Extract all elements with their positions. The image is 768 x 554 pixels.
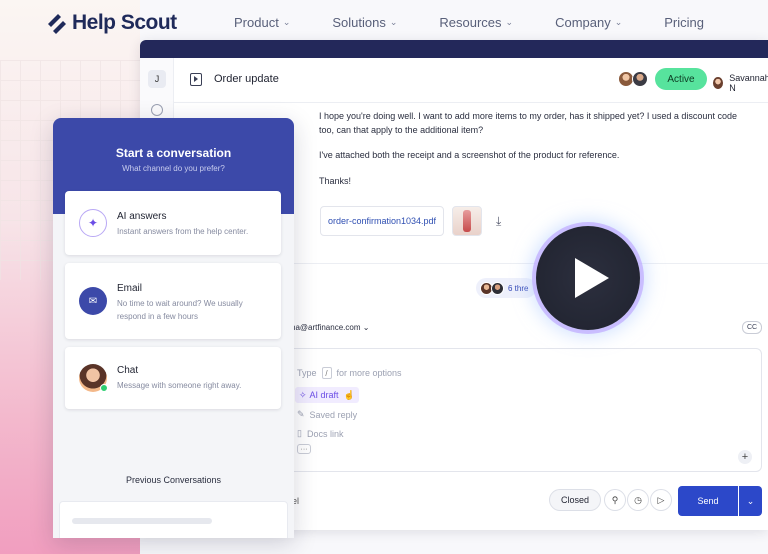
nav-item-label: Product xyxy=(234,15,279,30)
divider xyxy=(290,263,768,264)
help-scout-logo[interactable]: Help Scout xyxy=(46,11,177,35)
status-closed-button[interactable]: Closed xyxy=(549,489,601,511)
nav-item-pricing[interactable]: Pricing xyxy=(664,15,704,30)
ai-draft-option[interactable]: ✧ AI draft ☝ xyxy=(295,387,359,403)
assignee-name: Savannah N xyxy=(729,73,768,93)
pencil-icon: ✎ xyxy=(297,409,305,419)
brand-name: Help Scout xyxy=(72,11,177,34)
chevron-down-icon: ⌄ xyxy=(282,17,291,27)
sparkle-icon: ✧ xyxy=(299,389,307,400)
attachments: order-confirmation1034.pdf ⤓ xyxy=(320,206,501,236)
send-button[interactable]: Send xyxy=(678,486,738,516)
channel-title: AI answers xyxy=(117,211,167,222)
attachment-thumbnail[interactable] xyxy=(452,206,482,236)
download-icon[interactable]: ⤓ xyxy=(496,214,501,229)
option-label: Saved reply xyxy=(309,409,358,420)
thread-avatar xyxy=(491,281,504,295)
nav-item-company[interactable]: Company ⌄ xyxy=(555,15,622,30)
beacon-title: Start a conversation xyxy=(115,146,232,160)
nav-item-product[interactable]: Product ⌄ xyxy=(234,15,290,30)
chevron-down-icon: ⌄ xyxy=(362,323,370,332)
sparkle-icon: ✦ xyxy=(79,209,107,237)
slash-key: / xyxy=(321,367,332,379)
previous-conversation-card[interactable] xyxy=(59,501,288,538)
conversation-title: Order update xyxy=(214,73,279,85)
chat-bubble-icon[interactable] xyxy=(151,104,163,116)
option-label: Docs link xyxy=(306,428,344,439)
rail-avatar[interactable]: J xyxy=(148,70,166,88)
chevron-down-icon: ⌄ xyxy=(389,17,398,27)
message-body: I hope you're doing well. I want to add … xyxy=(319,110,739,200)
from-address[interactable]: na@artfinance.com ⌄ xyxy=(291,323,369,332)
channel-email[interactable]: ✉ Email No time to wait around? We usual… xyxy=(65,263,281,339)
add-button[interactable]: + xyxy=(738,450,752,464)
cc-button[interactable]: CC xyxy=(742,321,762,334)
nav-item-resources[interactable]: Resources ⌄ xyxy=(439,15,513,30)
channel-chat[interactable]: Chat Message with someone right away. xyxy=(65,347,281,409)
conversation-header: Order update Active Savannah N xyxy=(174,58,768,103)
nav-item-label: Pricing xyxy=(664,15,705,30)
assignee-avatar xyxy=(712,76,725,90)
nav-item-label: Resources xyxy=(439,15,502,30)
docs-link-option[interactable]: ▯ Docs link xyxy=(297,428,343,439)
saved-reply-option[interactable]: ✎ Saved reply xyxy=(297,409,357,420)
nav-item-solutions[interactable]: Solutions ⌄ xyxy=(332,15,397,30)
chevron-down-icon: ⌄ xyxy=(614,17,623,27)
status-badge[interactable]: Active xyxy=(655,68,707,90)
snooze-clock-icon[interactable]: ◷ xyxy=(627,489,649,511)
previous-conversations-title: Previous Conversations xyxy=(125,475,222,485)
nav-item-label: Solutions xyxy=(332,15,386,30)
reply-composer[interactable]: Type / for more options ✧ AI draft ☝ ✎ S… xyxy=(288,348,762,472)
threads-pill[interactable]: 6 thre xyxy=(476,278,537,298)
agent-avatar xyxy=(79,364,108,392)
send-arrow-icon[interactable]: ▷ xyxy=(650,489,672,511)
top-navigation: Help Scout Product ⌄ Solutions ⌄ Resourc… xyxy=(0,0,768,46)
channel-description: No time to wait around? We usually respo… xyxy=(117,299,243,321)
channel-title: Chat xyxy=(117,365,139,376)
threads-label: 6 thre xyxy=(508,283,529,293)
document-icon: ▯ xyxy=(297,428,302,438)
assignee[interactable]: Savannah N xyxy=(712,73,768,93)
placeholder-prefix: Type xyxy=(297,368,317,378)
option-label: AI draft xyxy=(309,390,339,400)
assign-user-icon[interactable]: ⚲ xyxy=(604,489,626,511)
play-video-button[interactable] xyxy=(536,226,640,330)
nav-menu: Product ⌄ Solutions ⌄ Resources ⌄ Compan… xyxy=(234,15,746,30)
logo-mark-icon xyxy=(48,14,66,34)
envelope-icon: ✉ xyxy=(79,287,107,315)
chevron-down-icon: ⌄ xyxy=(505,17,514,27)
send-options-chevron-icon[interactable]: ⌄ xyxy=(739,486,762,516)
channel-description: Instant answers from the help center. xyxy=(117,227,249,236)
message-paragraph: I hope you're doing well. I want to add … xyxy=(319,111,737,135)
placeholder-line xyxy=(72,518,212,524)
play-icon xyxy=(575,258,609,298)
participant-avatar xyxy=(632,71,648,87)
message-paragraph: Thanks! xyxy=(319,175,352,186)
beacon-widget: Start a conversation What channel do you… xyxy=(53,118,294,538)
cursor-hand-icon: ☝ xyxy=(343,389,355,400)
channel-title: Email xyxy=(117,283,143,294)
product-image xyxy=(463,210,471,232)
nav-item-label: Company xyxy=(555,15,611,30)
placeholder-suffix: for more options xyxy=(336,368,402,378)
conversation-icon xyxy=(190,73,202,86)
beacon-subtitle: What channel do you prefer? xyxy=(122,164,225,173)
agent-photo xyxy=(79,364,108,392)
message-paragraph: I've attached both the receipt and a scr… xyxy=(319,150,620,160)
channel-description: Message with someone right away. xyxy=(117,381,242,390)
online-indicator xyxy=(100,384,108,392)
from-email: na@artfinance.com xyxy=(291,323,361,332)
composer-placeholder: Type / for more options xyxy=(297,367,402,379)
attachment-file[interactable]: order-confirmation1034.pdf xyxy=(320,206,444,236)
more-options-button[interactable]: ··· xyxy=(297,444,311,454)
channel-ai-answers[interactable]: ✦ AI answers Instant answers from the he… xyxy=(65,191,281,255)
